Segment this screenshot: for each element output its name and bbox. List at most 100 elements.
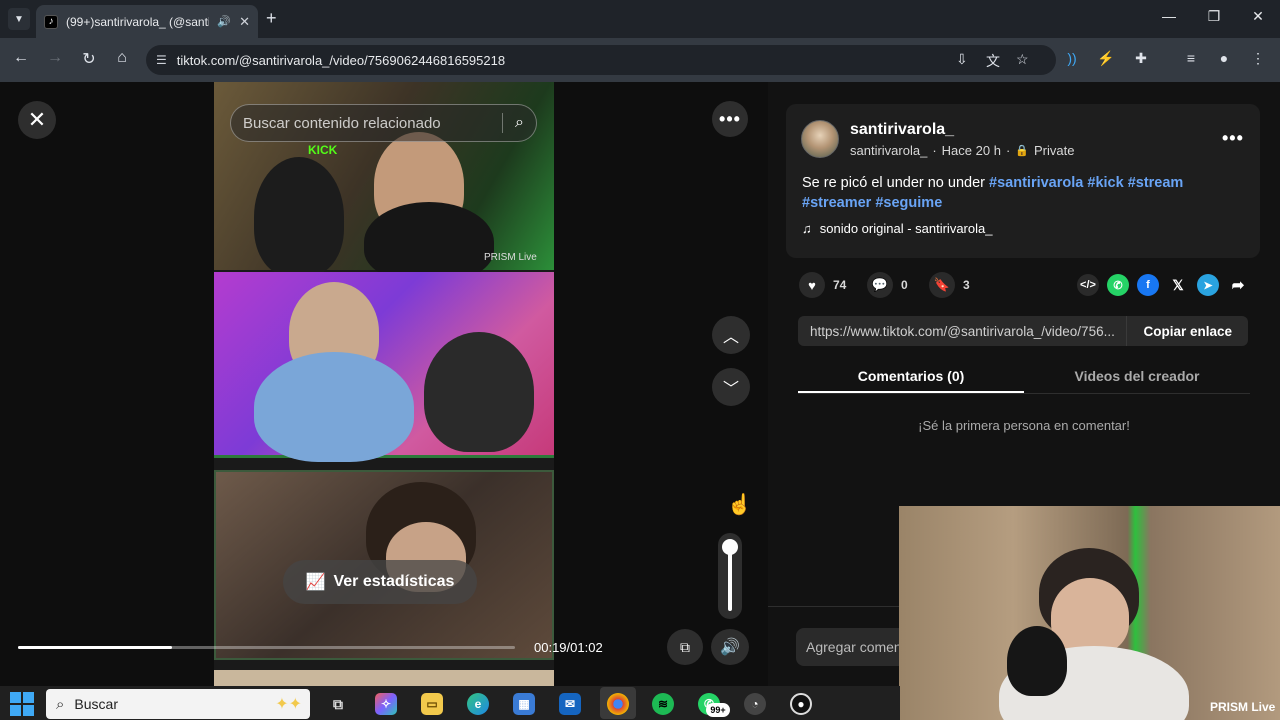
dot-separator: · (1005, 143, 1011, 158)
avatar[interactable] (801, 120, 839, 158)
kick-logo-text: KICK (308, 143, 338, 157)
hashtag-link[interactable]: #streamer (802, 195, 871, 211)
share-link-url[interactable]: https://www.tiktok.com/@santirivarola_/v… (798, 324, 1126, 339)
close-icon[interactable]: ✕ (1243, 8, 1273, 25)
browser-tab-active[interactable]: ♪ (99+)santirivarola_ (@santir 🔊 ✕ (36, 5, 258, 38)
like-button[interactable]: ♥ 74 (799, 272, 846, 298)
restore-icon[interactable]: ❐ (1199, 8, 1229, 25)
file-explorer-icon[interactable]: ▭ (421, 693, 443, 715)
reload-icon[interactable]: ↻ (78, 49, 100, 69)
webcam-overlay (899, 506, 1280, 720)
tab-search-icon[interactable]: ▼ (8, 8, 30, 30)
tab-comments[interactable]: Comentarios (0) (798, 362, 1024, 393)
dot-separator: · (932, 143, 937, 158)
music-note-icon: ♫ (802, 221, 812, 236)
video-panel-purple-room (214, 272, 554, 462)
outlook-icon[interactable]: ✉ (559, 693, 581, 715)
time-display: 00:19/01:02 (534, 640, 603, 655)
person-shirt (254, 352, 414, 462)
copilot-icon[interactable]: ✧ (375, 693, 397, 715)
address-bar[interactable]: ☰ tiktok.com/@santirivarola_/video/75690… (146, 45, 1056, 75)
post-caption: Se re picó el under no under #santirivar… (802, 173, 1242, 213)
extensions-puzzle-icon[interactable]: ✚ (1131, 50, 1151, 67)
gaming-chair (1007, 626, 1067, 696)
windows-start-icon[interactable] (10, 692, 34, 716)
more-options-icon[interactable]: ••• (712, 101, 748, 137)
extension-icon[interactable]: )) (1062, 50, 1082, 66)
install-app-icon[interactable]: ⇩ (956, 51, 968, 68)
telegram-icon[interactable]: ➤ (1197, 274, 1219, 296)
heart-icon: ♥ (799, 272, 825, 298)
hand-cursor-icon: ☝ (727, 494, 752, 516)
home-icon[interactable]: ⌂ (111, 49, 133, 67)
whatsapp-icon[interactable]: ✆ (1107, 274, 1129, 296)
view-stats-button[interactable]: 📈 Ver estadísticas (283, 560, 477, 604)
bookmark-icon: 🔖 (929, 272, 955, 298)
related-search-input[interactable]: Buscar contenido relacionado ⌕ (230, 104, 537, 142)
site-info-icon[interactable]: ☰ (156, 53, 167, 67)
volume-icon[interactable]: 🔊 (711, 629, 749, 665)
hashtag-link[interactable]: #seguime (875, 195, 942, 211)
close-icon[interactable]: ✕ (18, 101, 56, 139)
app-icon[interactable]: ◔ (744, 693, 766, 715)
chevron-down-icon[interactable]: ﹀ (712, 368, 750, 406)
hashtag-link[interactable]: #stream (1128, 175, 1184, 191)
hashtag-link[interactable]: #kick (1087, 175, 1123, 191)
store-icon[interactable]: ▦ (513, 693, 535, 715)
gaming-chair (254, 157, 344, 277)
divider (502, 113, 504, 133)
music-link[interactable]: ♫ sonido original - santirivarola_ (802, 221, 992, 236)
minimize-icon[interactable]: — (1154, 8, 1184, 24)
share-link-box: https://www.tiktok.com/@santirivarola_/v… (798, 316, 1248, 346)
search-icon: ⌕ (56, 695, 65, 713)
extension-icon[interactable]: ⚡ (1096, 50, 1116, 67)
chrome-icon[interactable] (607, 693, 629, 715)
back-icon[interactable]: ← (10, 49, 32, 67)
handle: santirivarola_ (850, 143, 928, 158)
taskbar-search-input[interactable]: ⌕ Buscar ✦✦ (46, 689, 310, 719)
new-tab-button[interactable]: + (266, 8, 277, 29)
comment-count: 0 (901, 278, 908, 292)
view-stats-label: Ver estadísticas (333, 573, 455, 590)
search-placeholder: Buscar contenido relacionado (243, 114, 441, 132)
copilot-sparkle-icon[interactable]: ✦✦ (275, 694, 302, 714)
video-panel-next (214, 670, 554, 686)
tab-creator-videos[interactable]: Videos del creador (1024, 362, 1250, 393)
task-view-icon[interactable]: ⧉ (327, 693, 349, 715)
progress-fill (18, 646, 173, 649)
tiktok-icon: ♪ (44, 14, 58, 29)
facebook-icon[interactable]: f (1137, 274, 1159, 296)
video-progress-bar[interactable] (18, 646, 515, 649)
save-button[interactable]: 🔖 3 (929, 272, 970, 298)
prism-live-watermark: PRISM Live (1210, 700, 1276, 714)
chevron-up-icon[interactable]: ︿ (712, 316, 750, 354)
picture-in-picture-icon[interactable]: ⧉ (667, 629, 703, 665)
share-arrow-icon[interactable]: ➦ (1227, 274, 1249, 296)
obs-icon[interactable]: ● (790, 693, 812, 715)
bookmark-star-icon[interactable]: ☆ (1016, 51, 1029, 68)
privacy-label: Private (1033, 143, 1075, 158)
username[interactable]: santirivarola_ (850, 121, 954, 139)
more-options-icon[interactable]: ••• (1222, 128, 1244, 149)
speaker-icon[interactable]: 🔊 (217, 15, 231, 28)
reading-list-icon[interactable]: ≡ (1181, 50, 1201, 66)
person-shirt (364, 202, 494, 282)
chrome-menu-icon[interactable]: ⋮ (1248, 50, 1268, 67)
volume-slider[interactable] (718, 533, 742, 619)
hashtag-link[interactable]: #santirivarola (989, 175, 1083, 191)
post-meta: santirivarola_ · Hace 20 h · 🔒 Private (850, 143, 1074, 158)
embed-icon[interactable]: </> (1077, 274, 1099, 296)
tab-close-icon[interactable]: ✕ (239, 14, 250, 30)
volume-thumb[interactable] (722, 539, 738, 555)
forward-icon[interactable]: → (44, 49, 66, 67)
search-icon[interactable]: ⌕ (515, 114, 524, 132)
edge-icon[interactable]: e (467, 693, 489, 715)
x-icon[interactable]: 𝕏 (1167, 274, 1189, 296)
like-count: 74 (833, 278, 847, 292)
url-text: tiktok.com/@santirivarola_/video/7569062… (176, 52, 506, 68)
profile-avatar[interactable]: ● (1214, 50, 1234, 66)
translate-icon[interactable]: 文 (986, 51, 1000, 71)
copy-link-button[interactable]: Copiar enlace (1126, 316, 1248, 346)
spotify-icon[interactable]: ≋ (652, 693, 674, 715)
comment-button[interactable]: 💬 0 (867, 272, 908, 298)
